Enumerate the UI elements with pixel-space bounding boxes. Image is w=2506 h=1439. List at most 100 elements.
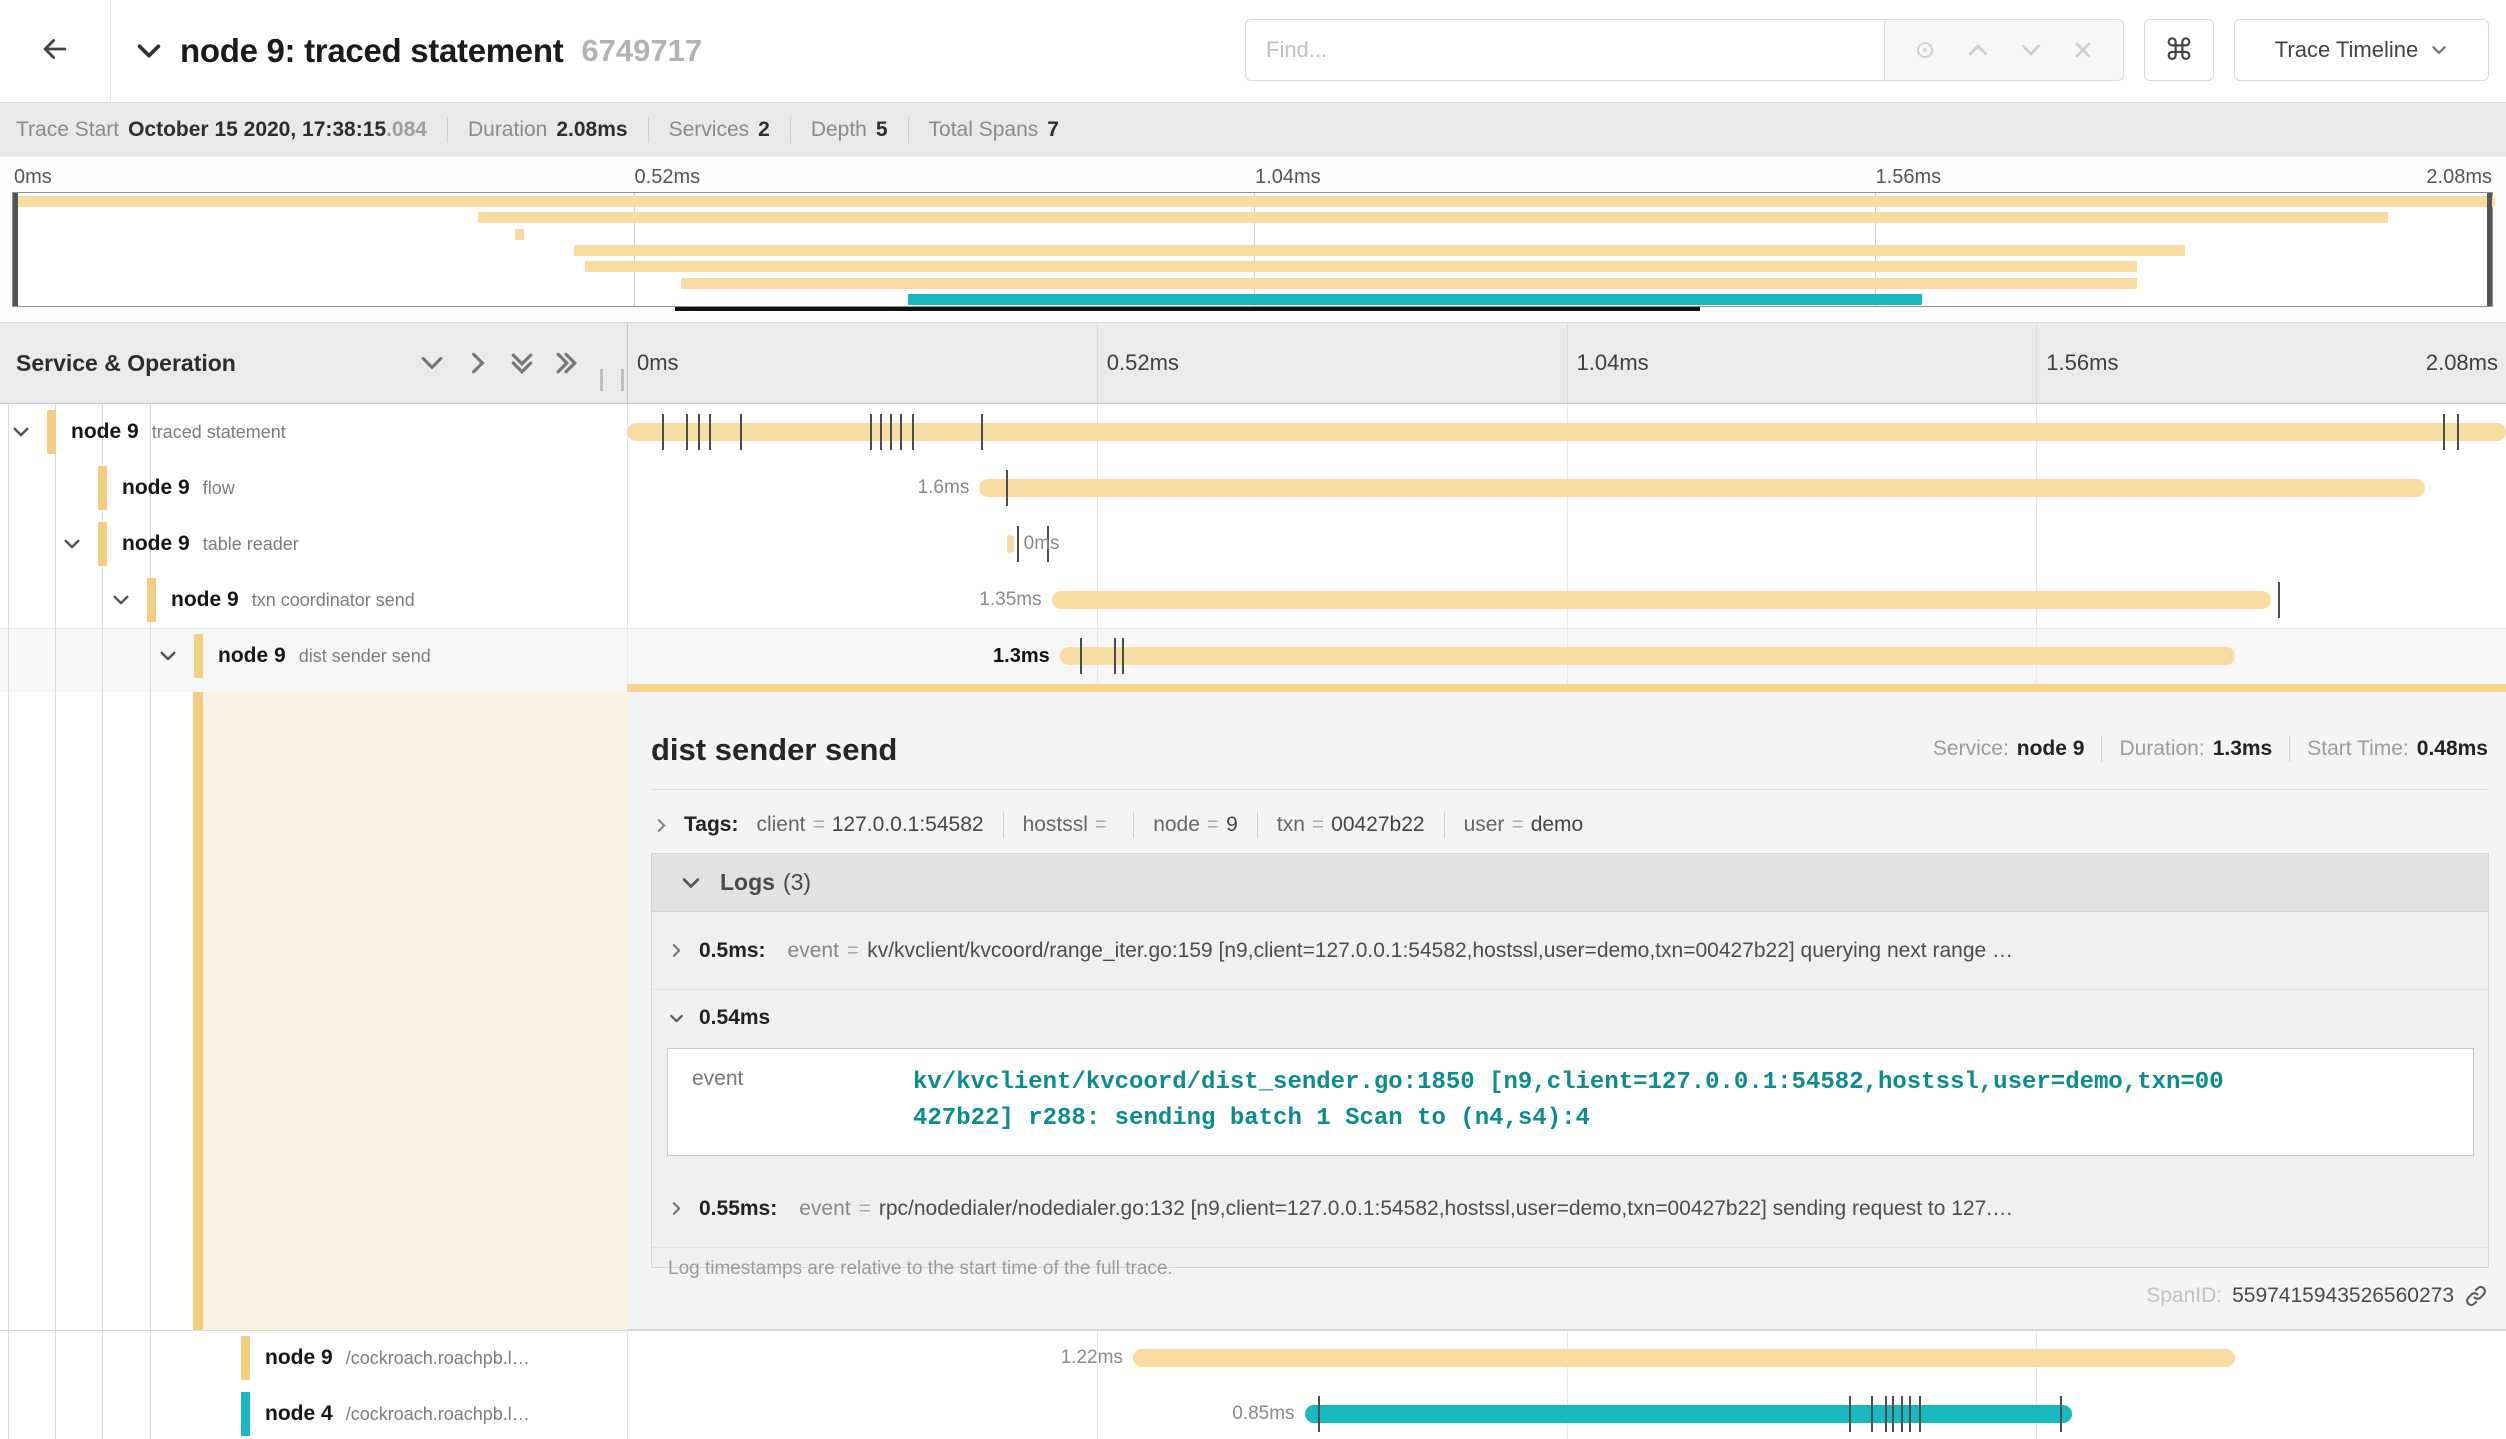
tag-equals: = xyxy=(1511,813,1523,837)
span-service-name[interactable]: node 9traced statement xyxy=(71,404,286,460)
span-row[interactable]: node 4/cockroach.roachpb.l…0.85ms xyxy=(0,1386,2506,1439)
chevron-down-icon xyxy=(2430,41,2448,59)
tags-row[interactable]: Tags: client=127.0.0.1:54582hostssl=node… xyxy=(653,804,1583,846)
chevron-down-icon xyxy=(680,872,702,894)
span-operation-name: table reader xyxy=(203,534,299,555)
span-duration-bar[interactable] xyxy=(1060,647,2235,665)
span-service-name[interactable]: node 9dist sender send xyxy=(218,628,431,684)
trace-stats-bar: Trace StartOctober 15 2020, 17:38:15.084… xyxy=(0,102,2506,157)
collapse-one-icon[interactable] xyxy=(418,349,446,377)
span-service-name[interactable]: node 4/cockroach.roachpb.l… xyxy=(265,1386,530,1439)
span-color-swatch xyxy=(147,578,156,622)
start-time-value: 0.48ms xyxy=(2417,737,2488,761)
chevron-down-icon[interactable] xyxy=(62,534,82,554)
span-row[interactable]: node 9flow1.6ms xyxy=(0,460,2506,516)
span-id-row: SpanID: 5597415943526560273 xyxy=(2146,1284,2488,1308)
tags-list: client=127.0.0.1:54582hostssl=node=9txn=… xyxy=(756,812,1583,838)
top-bar: node 9: traced statement 6749717 xyxy=(0,0,2506,102)
log-marker-tick xyxy=(709,414,711,450)
log-entry-expanded-header[interactable]: 0.54ms xyxy=(652,990,2488,1046)
toolbar: ⌘ Trace Timeline xyxy=(1245,19,2489,81)
log-marker-tick xyxy=(912,414,914,450)
divider xyxy=(1444,812,1445,838)
logs-header[interactable]: Logs (3) xyxy=(652,854,2488,912)
stat-value: 5 xyxy=(876,118,888,142)
chevron-up-icon[interactable] xyxy=(1965,37,1991,63)
log-field-value: kv/kvclient/kvcoord/range_iter.go:159 [n… xyxy=(867,939,2488,963)
locate-icon[interactable] xyxy=(1912,37,1938,63)
span-duration-bar[interactable] xyxy=(1305,1405,2073,1423)
minimap-left-handle[interactable] xyxy=(13,193,18,306)
log-timestamp: 0.54ms xyxy=(699,1006,770,1030)
expand-all-icon[interactable] xyxy=(552,349,580,377)
span-service-name[interactable]: node 9/cockroach.roachpb.l… xyxy=(265,1330,530,1386)
chevron-down-icon xyxy=(668,1010,685,1027)
tag-key: client xyxy=(756,813,805,837)
span-service-name[interactable]: node 9flow xyxy=(122,460,235,516)
log-timestamp: 0.5ms: xyxy=(699,939,766,963)
log-marker-tick xyxy=(740,414,742,450)
tag-value: 9 xyxy=(1226,813,1238,837)
minimap-span-bar xyxy=(478,212,2387,223)
span-operation-name: /cockroach.roachpb.l… xyxy=(346,1348,530,1369)
page-title: node 9: traced statement xyxy=(180,32,563,70)
span-color-swatch xyxy=(194,634,203,678)
span-row[interactable]: node 9dist sender send 1.3ms xyxy=(0,628,2506,684)
span-duration-bar[interactable] xyxy=(627,423,2506,441)
command-icon: ⌘ xyxy=(2164,33,2194,68)
keyboard-shortcuts-button[interactable]: ⌘ xyxy=(2144,19,2214,81)
chevron-down-icon[interactable] xyxy=(11,422,31,442)
link-icon[interactable] xyxy=(2464,1284,2488,1308)
minimap-span-bar xyxy=(574,245,2185,256)
back-button[interactable] xyxy=(0,0,111,102)
column-resizer[interactable] xyxy=(600,369,624,391)
divider xyxy=(447,117,448,143)
span-duration-label: 1.3ms xyxy=(993,628,1050,684)
find-controls xyxy=(1884,20,2123,80)
span-service-name[interactable]: node 9txn coordinator send xyxy=(171,572,415,628)
chevron-right-icon xyxy=(668,1200,685,1217)
timeline-axis-tick: 0ms xyxy=(637,323,679,403)
span-duration-bar[interactable] xyxy=(1133,1349,2235,1367)
log-entry[interactable]: 0.5ms:event=kv/kvclient/kvcoord/range_it… xyxy=(652,912,2488,990)
chevron-down-icon[interactable] xyxy=(111,590,131,610)
log-entry[interactable]: 0.55ms:event=rpc/nodedialer/nodedialer.g… xyxy=(652,1170,2488,1248)
span-operation-name: /cockroach.roachpb.l… xyxy=(346,1404,530,1425)
span-row[interactable]: node 9txn coordinator send1.35ms xyxy=(0,572,2506,628)
minimap-axis-tick: 0ms xyxy=(14,166,52,189)
log-marker-tick xyxy=(1849,1396,1851,1432)
minimap-span-bar xyxy=(908,294,1922,305)
expand-one-icon[interactable] xyxy=(464,349,492,377)
view-selector-button[interactable]: Trace Timeline xyxy=(2234,19,2489,81)
divider xyxy=(908,117,909,143)
minimap-right-handle[interactable] xyxy=(2487,193,2492,306)
minimap-canvas[interactable] xyxy=(12,192,2493,307)
chevron-down-icon[interactable] xyxy=(134,36,164,66)
span-row[interactable]: node 9traced statement xyxy=(0,404,2506,460)
span-service-name[interactable]: node 9table reader xyxy=(122,516,299,572)
log-equals: = xyxy=(859,1197,871,1221)
span-duration-bar[interactable] xyxy=(1052,591,2272,609)
span-row[interactable]: node 9/cockroach.roachpb.l…1.22ms xyxy=(0,1330,2506,1386)
chevron-right-icon xyxy=(668,942,685,959)
span-duration-bar[interactable] xyxy=(1007,535,1013,553)
tags-label: Tags: xyxy=(684,813,738,837)
find-input[interactable] xyxy=(1246,20,1884,80)
span-color-swatch xyxy=(98,466,107,510)
divider xyxy=(1003,812,1004,838)
log-marker-tick xyxy=(1901,1396,1903,1432)
trace-minimap: 0ms0.52ms1.04ms1.56ms2.08ms xyxy=(0,157,2506,322)
log-marker-tick xyxy=(1114,638,1116,674)
chevron-down-icon[interactable] xyxy=(158,646,178,666)
divider xyxy=(648,117,649,143)
span-rows: node 9traced statementnode 9flow1.6msnod… xyxy=(0,404,2506,1439)
span-duration-bar[interactable] xyxy=(979,479,2424,497)
collapse-all-icon[interactable] xyxy=(508,349,536,377)
column-divider xyxy=(627,323,628,403)
span-row[interactable]: node 9table reader0ms xyxy=(0,516,2506,572)
timeline-header: Service & Operation 0ms0.52ms1.04ms1.56m… xyxy=(0,322,2506,404)
minimap-span-bar xyxy=(585,261,2137,272)
minimap-scrubber[interactable] xyxy=(675,307,1700,311)
close-icon[interactable] xyxy=(2070,37,2096,63)
chevron-down-icon[interactable] xyxy=(2018,37,2044,63)
